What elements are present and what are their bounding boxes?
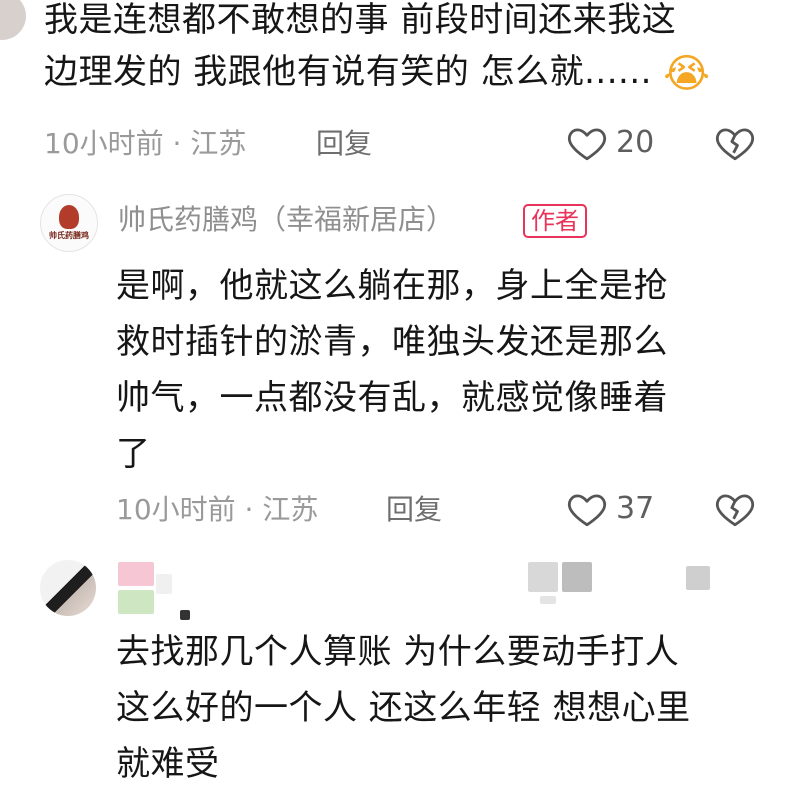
avatar-redacted[interactable] (40, 560, 96, 616)
comment-text-line: 我是连想都不敢想的事 前段时间还来我这 (44, 0, 677, 40)
broken-heart-icon (715, 494, 755, 527)
dislike-button[interactable] (714, 122, 756, 164)
dislike-button[interactable] (714, 488, 756, 530)
avatar-logo-text: 帅氏药膳鸡 (49, 231, 89, 240)
avatar-figure-icon (59, 205, 79, 229)
comment-text-line: 边理发的 我跟他有说有笑的 怎么就...... 😭 (44, 46, 711, 98)
comment-text-line: 去找那几个人算账 为什么要动手打人 (116, 632, 680, 672)
like-count: 20 (616, 125, 655, 160)
comment-text-line: 就难受 (116, 744, 220, 784)
redacted-username-block (118, 562, 154, 586)
comment-text-line: 救时插针的淤青，唯独头发还是那么 (116, 322, 668, 362)
comment-text-line: 了 (116, 434, 151, 474)
comment-text-line: 这么好的一个人 还这么年轻 想想心里 (116, 688, 691, 728)
username[interactable]: 帅氏药膳鸡（幸福新居店） (118, 200, 454, 240)
author-badge: 作者 (523, 204, 587, 238)
redacted-username-block (562, 562, 592, 592)
redacted-username-block (540, 596, 556, 604)
reply-button[interactable]: 回复 (386, 490, 442, 530)
reply-button[interactable]: 回复 (316, 124, 372, 164)
avatar[interactable]: 帅氏药膳鸡 (40, 194, 98, 252)
heart-icon (567, 494, 607, 527)
redacted-username-block (156, 574, 172, 594)
like-button[interactable]: 20 (566, 120, 666, 168)
redacted-username-block (528, 562, 558, 592)
redacted-username-block (180, 610, 190, 620)
like-button[interactable]: 37 (566, 486, 666, 534)
redacted-username-block (118, 590, 154, 614)
broken-heart-icon (715, 128, 755, 161)
comment-meta: 10小时前 · 江苏 (116, 493, 319, 526)
like-count: 37 (616, 491, 655, 526)
heart-icon (567, 128, 607, 161)
comment-meta: 10小时前 · 江苏 (44, 127, 247, 160)
comment-text-line: 是啊，他就这么躺在那，身上全是抢 (116, 266, 668, 306)
redacted-username-block (686, 566, 710, 590)
comment-text-line: 帅气，一点都没有乱，就感觉像睡着 (116, 378, 668, 418)
comment-text-segment: 边理发的 我跟他有说有笑的 怎么就...... (44, 52, 652, 92)
crying-emoji-icon: 😭 (663, 51, 711, 97)
avatar-partial[interactable] (0, 0, 26, 40)
